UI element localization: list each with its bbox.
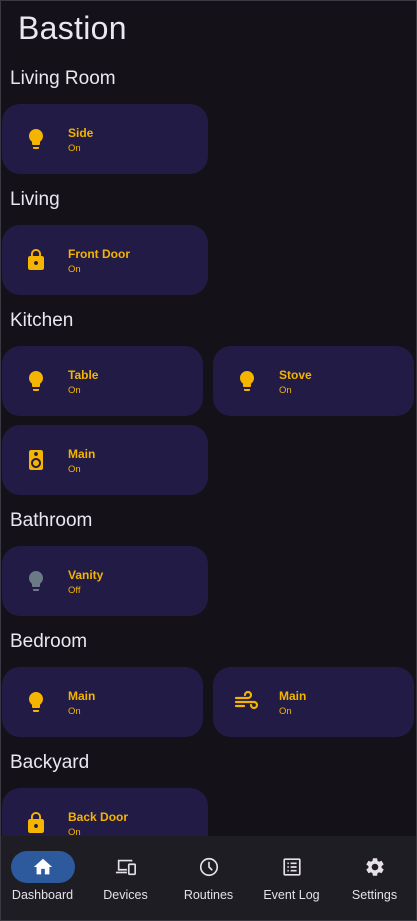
clock-icon — [177, 851, 241, 883]
lock-icon — [22, 246, 50, 274]
lightbulb-icon — [22, 567, 50, 595]
device-name: Side — [68, 126, 94, 140]
device-name: Table — [68, 368, 99, 382]
device-name: Main — [68, 447, 96, 461]
device-tile-front-door[interactable]: Front Door On — [2, 225, 208, 295]
device-tile-back-door[interactable]: Back Door On — [2, 788, 208, 836]
device-state: Off — [68, 585, 81, 596]
list-icon — [260, 851, 324, 883]
nav-item-routines[interactable]: Routines — [167, 836, 250, 921]
device-name: Main — [279, 689, 307, 703]
device-state: On — [279, 706, 292, 717]
fan-icon — [233, 688, 261, 716]
home-icon — [10, 851, 75, 883]
gear-icon — [343, 851, 407, 883]
device-name: Vanity — [68, 568, 104, 582]
device-tile-stove[interactable]: Stove On — [213, 346, 414, 416]
nav-label: Devices — [103, 888, 148, 902]
bottom-navigation: Dashboard Devices Routines Event Log Set… — [0, 836, 417, 921]
device-tile-main-fan[interactable]: Main On — [213, 667, 414, 737]
device-state: On — [68, 264, 81, 275]
device-state: On — [68, 143, 81, 154]
room-title-backyard: Backyard — [10, 752, 90, 773]
device-name: Stove — [279, 368, 312, 382]
room-title-bedroom: Bedroom — [10, 631, 88, 652]
device-tile-table[interactable]: Table On — [2, 346, 203, 416]
nav-item-devices[interactable]: Devices — [84, 836, 167, 921]
device-tile-vanity[interactable]: Vanity Off — [2, 546, 208, 616]
device-tile-side[interactable]: Side On — [2, 104, 208, 174]
nav-item-settings[interactable]: Settings — [333, 836, 416, 921]
nav-item-event-log[interactable]: Event Log — [250, 836, 333, 921]
device-state: On — [68, 827, 81, 836]
speaker-icon — [22, 446, 50, 474]
lock-icon — [22, 809, 50, 836]
device-state: On — [68, 706, 81, 717]
lightbulb-icon — [22, 688, 50, 716]
device-state: On — [68, 385, 81, 396]
device-tile-main-light[interactable]: Main On — [2, 667, 203, 737]
lightbulb-icon — [22, 125, 50, 153]
device-state: On — [68, 464, 81, 475]
room-title-living-room: Living Room — [10, 68, 116, 89]
app-title: Bastion — [18, 10, 127, 46]
lightbulb-icon — [22, 367, 50, 395]
nav-label: Event Log — [263, 888, 320, 902]
devices-icon — [94, 851, 158, 883]
lightbulb-icon — [233, 367, 261, 395]
nav-label: Routines — [183, 888, 234, 902]
nav-item-dashboard[interactable]: Dashboard — [1, 836, 84, 921]
dashboard-content: Bastion Living Room Side On Living Front… — [0, 0, 417, 836]
nav-label: Settings — [351, 888, 398, 902]
device-name: Back Door — [68, 810, 129, 824]
device-state: On — [279, 385, 292, 396]
nav-label: Dashboard — [11, 888, 74, 902]
room-title-kitchen: Kitchen — [10, 310, 74, 331]
room-title-living: Living — [10, 189, 60, 210]
device-name: Front Door — [68, 247, 130, 261]
device-name: Main — [68, 689, 96, 703]
device-tile-main-speaker[interactable]: Main On — [2, 425, 208, 495]
room-title-bathroom: Bathroom — [10, 510, 93, 531]
